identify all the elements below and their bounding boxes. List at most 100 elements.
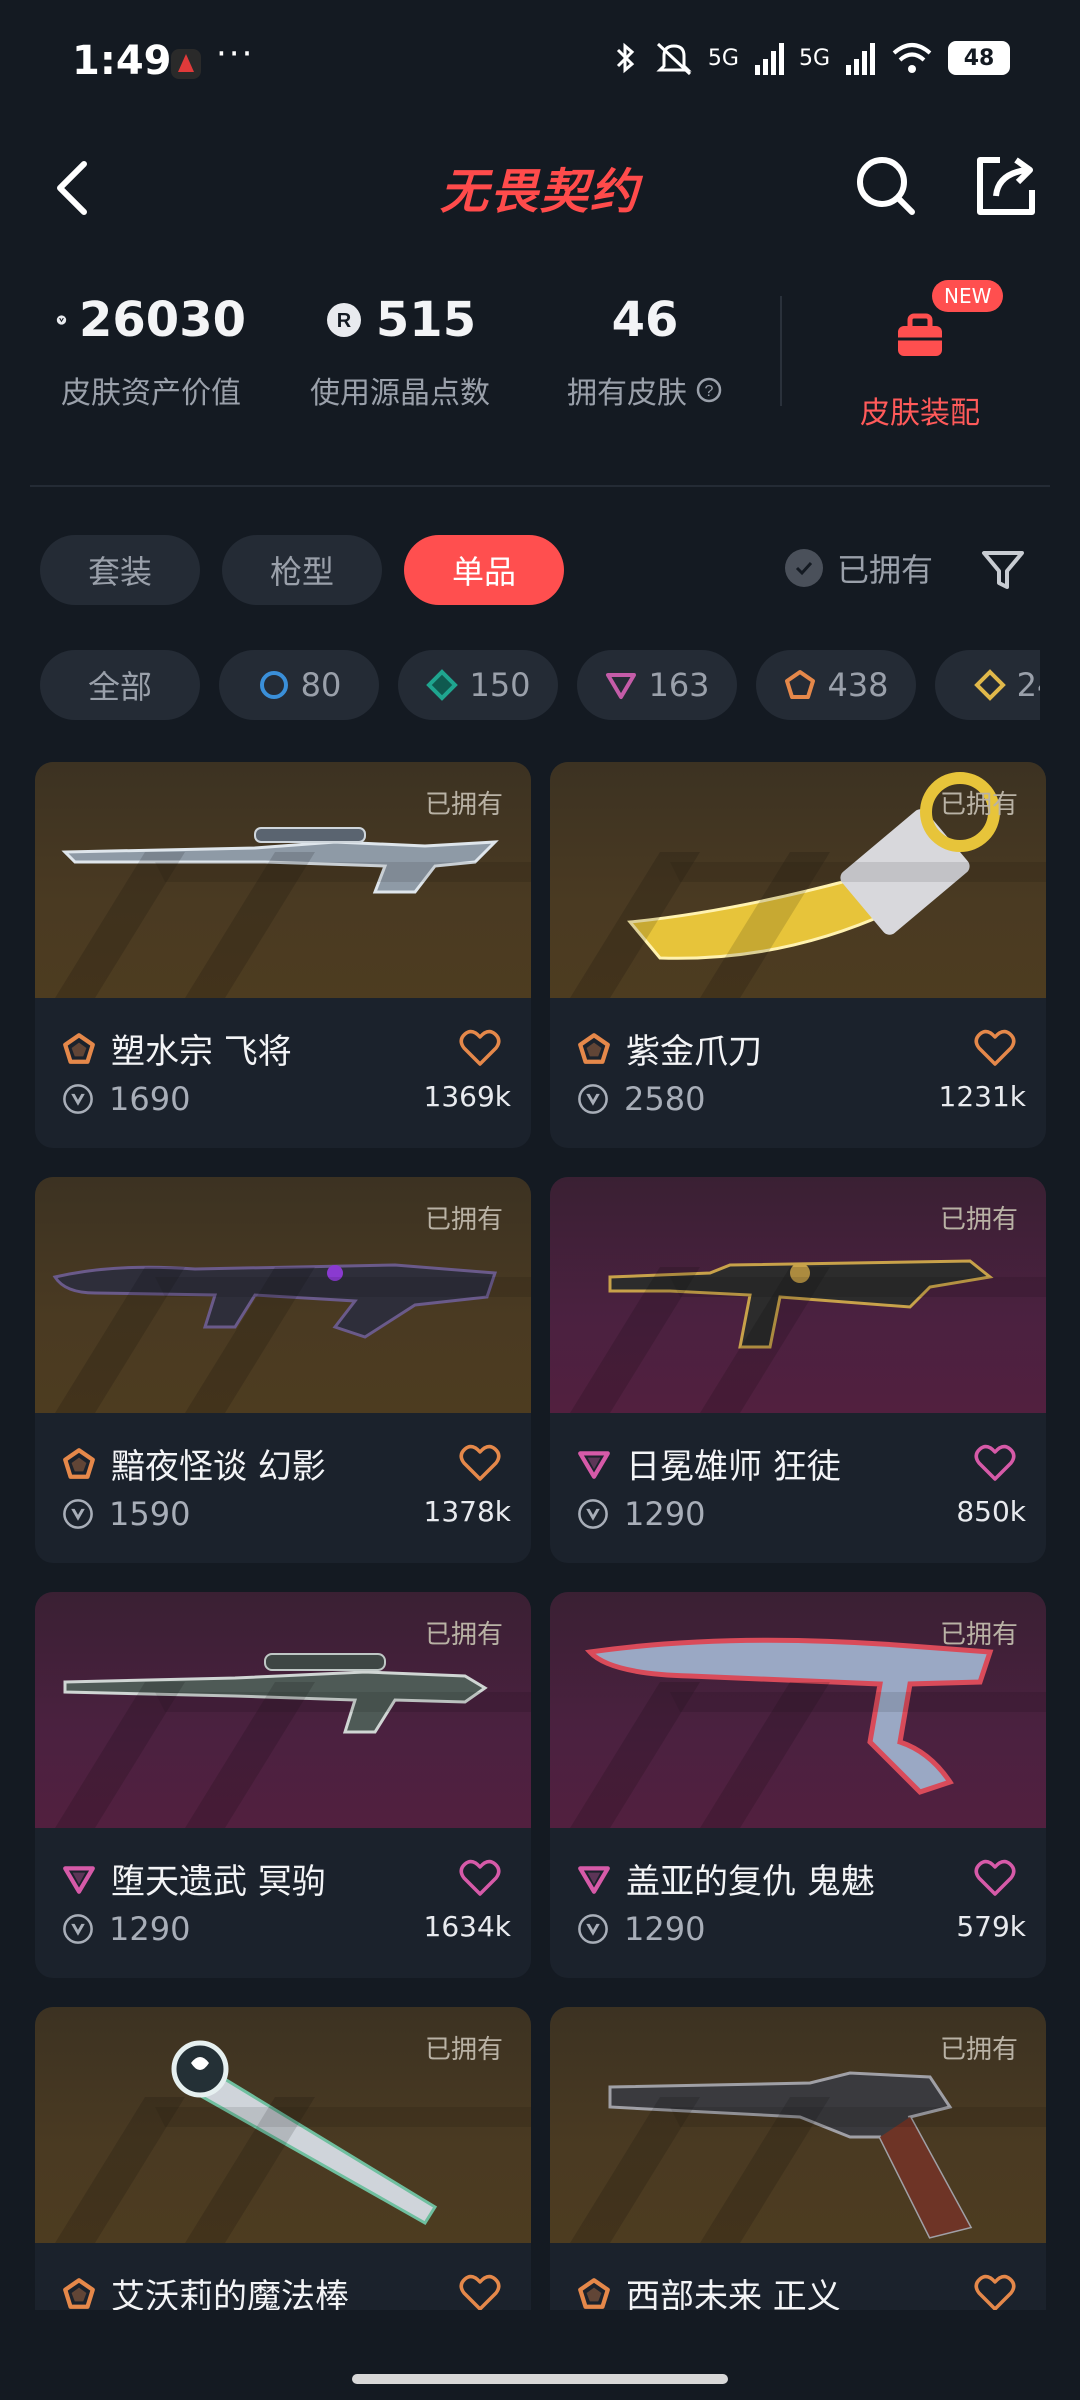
skin-name: 堕天遗武 冥驹 [111,1862,326,1902]
owned-skins-value: 46 [611,292,679,348]
exclusive-tier-icon [63,1032,95,1064]
vp-currency-icon [63,1084,93,1114]
chip-exclusive-tier[interactable]: 438 [756,650,916,720]
exclusive-tier-icon [63,2277,95,2309]
skin-price: 1590 [109,1495,191,1533]
help-icon[interactable]: ? [695,376,723,404]
skin-name: 黯夜怪谈 幻影 [111,1447,326,1487]
home-indicator[interactable] [352,2374,728,2384]
chip-label: 438 [827,666,889,704]
skin-card-1[interactable]: 已拥有 塑水宗 飞将 1690 1369k [35,762,531,1148]
premium-tier-icon [606,673,637,699]
tab-weapon-type[interactable]: 枪型 [222,535,382,605]
bottom-area [0,2310,1080,2400]
new-badge: NEW [932,280,1004,312]
chip-ultra-tier[interactable]: 24 [935,650,1040,720]
share-icon[interactable] [970,150,1040,220]
mute-icon [656,42,692,76]
stats-summary: 26030 皮肤资产价值 R 515 使用源晶点数 46 拥有皮肤 ? NEW … [0,280,1080,432]
favorite-heart-icon[interactable] [459,1443,501,1483]
network-5g-2: 5G [798,45,830,71]
network-5g-1: 5G [707,45,739,71]
like-count: 1378k [423,1495,511,1528]
skin-card-3[interactable]: 已拥有 黯夜怪谈 幻影 1590 1378k [35,1177,531,1563]
owned-filter-toggle[interactable]: 已拥有 [785,545,933,591]
vp-currency-icon [578,1084,608,1114]
owned-tag: 已拥有 [424,790,503,820]
skin-image: 已拥有 [35,2007,531,2243]
favorite-heart-icon[interactable] [459,2273,501,2313]
like-count: 579k [956,1910,1026,1943]
skin-name: 塑水宗 飞将 [111,1032,292,1072]
stats-divider [780,296,782,406]
owned-tag: 已拥有 [424,1620,503,1650]
chip-label: 150 [469,666,531,704]
skin-name: 日冕雄师 狂徒 [626,1447,841,1487]
skin-card-6[interactable]: 已拥有 盖亚的复仇 鬼魅 1290 579k [550,1592,1046,1978]
signal-icon-2 [846,43,875,75]
premium-tier-icon [63,1865,95,1894]
asset-value: 26030 [79,292,246,348]
skin-loadout-button[interactable]: NEW 皮肤装配 [840,280,1004,432]
like-count: 850k [956,1495,1026,1528]
skin-image: 已拥有 [35,1177,531,1413]
loadout-label: 皮肤装配 [860,396,980,431]
bluetooth-icon [616,42,635,74]
select-tier-icon [259,671,288,699]
tier-filter-chips: 全部 80 150 163 438 24 [40,650,1040,720]
asset-value-label: 皮肤资产价值 [61,376,241,411]
tab-set[interactable]: 套装 [40,535,200,605]
skin-price: 1290 [624,1495,706,1533]
filter-icon[interactable] [978,545,1028,595]
owned-tag: 已拥有 [424,1205,503,1235]
like-count: 1231k [938,1080,1026,1113]
loadout-icon [898,313,942,356]
wifi-icon [892,43,932,73]
chip-deluxe-tier[interactable]: 150 [398,650,558,720]
like-count: 1369k [423,1080,511,1113]
vp-currency-icon [578,1499,608,1529]
svg-text:?: ? [705,383,714,400]
radianite-label: 使用源晶点数 [310,376,490,411]
svg-text:R: R [337,310,352,332]
favorite-heart-icon[interactable] [974,1443,1016,1483]
skin-price: 2580 [624,1080,706,1118]
owned-tag: 已拥有 [939,1205,1018,1235]
favorite-heart-icon[interactable] [974,2273,1016,2313]
section-divider [30,485,1050,487]
favorite-heart-icon[interactable] [974,1028,1016,1068]
favorite-heart-icon[interactable] [459,1028,501,1068]
chip-label: 24 [1016,666,1040,704]
skin-image: 已拥有 [550,1592,1046,1828]
radianite-value: 515 [375,292,477,348]
owned-filter-label: 已拥有 [837,551,934,589]
app-notification-icon [171,49,201,79]
skin-name: 盖亚的复仇 鬼魅 [626,1862,875,1902]
chip-premium-tier[interactable]: 163 [577,650,737,720]
skin-card-2[interactable]: 已拥有 紫金爪刀 2580 1231k [550,762,1046,1148]
skin-card-5[interactable]: 已拥有 堕天遗武 冥驹 1290 1634k [35,1592,531,1978]
chip-all[interactable]: 全部 [40,650,200,720]
top-app-bar: 无畏契约 [0,130,1080,240]
chip-label: 全部 [87,668,152,706]
status-time: 1:49 [72,38,172,84]
chip-label: 80 [300,666,342,704]
premium-tier-icon [578,1865,610,1894]
vp-currency-icon [56,315,67,325]
exclusive-tier-icon [785,670,816,699]
chip-select-tier[interactable]: 80 [219,650,379,720]
favorite-heart-icon[interactable] [974,1858,1016,1898]
owned-tag: 已拥有 [424,2035,503,2065]
skin-image: 已拥有 [35,762,531,998]
like-count: 1634k [423,1910,511,1943]
skin-image: 已拥有 [550,2007,1046,2243]
skin-card-4[interactable]: 已拥有 日冕雄师 狂徒 1290 850k [550,1177,1046,1563]
tab-single-item[interactable]: 单品 [404,535,564,605]
skin-image: 已拥有 [35,1592,531,1828]
search-icon[interactable] [850,150,920,220]
status-more: ··· [216,34,255,74]
asset-value-stat: 26030 皮肤资产价值 [56,290,246,412]
skin-image: 已拥有 [550,1177,1046,1413]
skin-price: 1690 [109,1080,191,1118]
favorite-heart-icon[interactable] [459,1858,501,1898]
